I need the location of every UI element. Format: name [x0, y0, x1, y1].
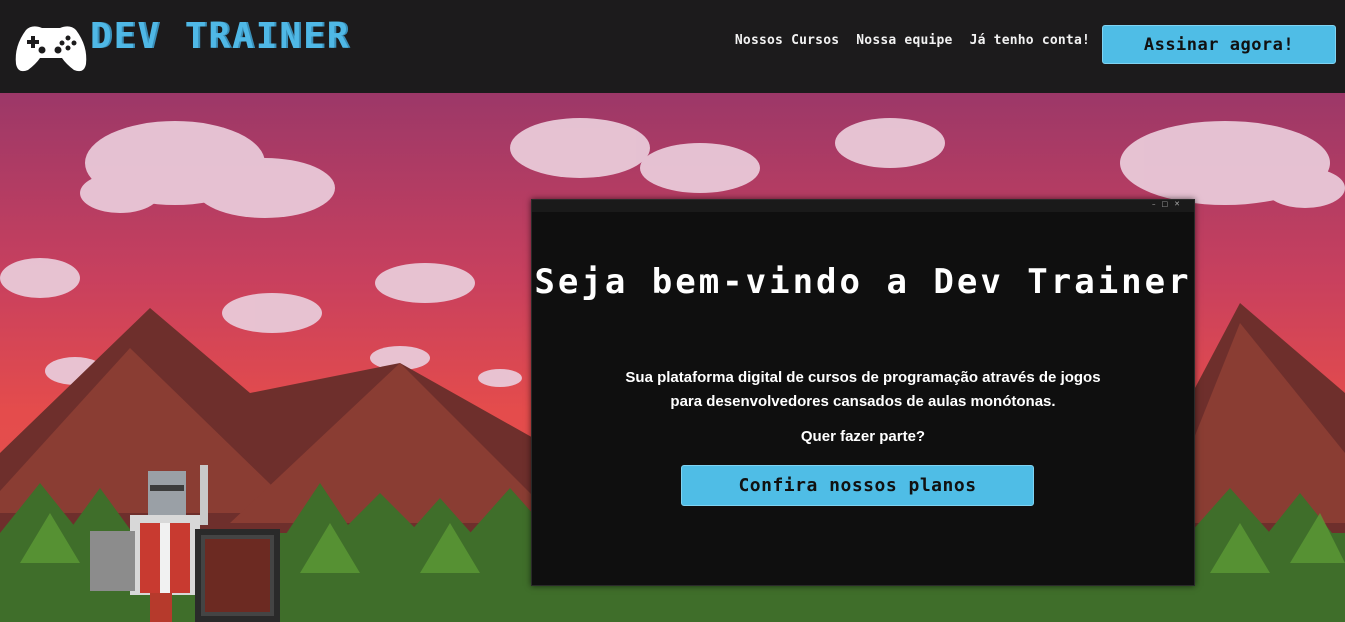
hero-subtitle-line1: Sua plataforma digital de cursos de prog…	[625, 369, 1101, 386]
main-nav: Nossos Cursos Nossa equipe Já tenho cont…	[735, 33, 1090, 48]
hero-section: –□✕ Seja bem-vindo a Dev Trainer Sua pla…	[0, 93, 1345, 622]
brand-name[interactable]: DEV TRAINER	[90, 16, 350, 57]
hero-title: Seja bem-vindo a Dev Trainer	[534, 262, 1192, 302]
see-plans-button[interactable]: Confira nossos planos	[681, 465, 1034, 506]
terminal-window: –□✕ Seja bem-vindo a Dev Trainer Sua pla…	[531, 199, 1195, 586]
hero-subtitle-line2: para desenvolvedores cansados de aulas m…	[670, 393, 1056, 410]
hero-question: Quer fazer parte?	[800, 428, 926, 445]
nav-item-login[interactable]: Já tenho conta!	[970, 33, 1090, 48]
window-controls: –□✕	[1152, 200, 1186, 208]
hero-subtitle: Sua plataforma digital de cursos de prog…	[592, 366, 1134, 414]
gamepad-icon[interactable]	[12, 20, 90, 76]
nav-item-cursos[interactable]: Nossos Cursos	[735, 33, 839, 48]
nav-item-equipe[interactable]: Nossa equipe	[856, 33, 952, 48]
terminal-titlebar: –□✕	[532, 200, 1194, 212]
site-header: DEV TRAINER Nossos Cursos Nossa equipe J…	[0, 0, 1345, 93]
subscribe-button[interactable]: Assinar agora!	[1102, 25, 1336, 64]
